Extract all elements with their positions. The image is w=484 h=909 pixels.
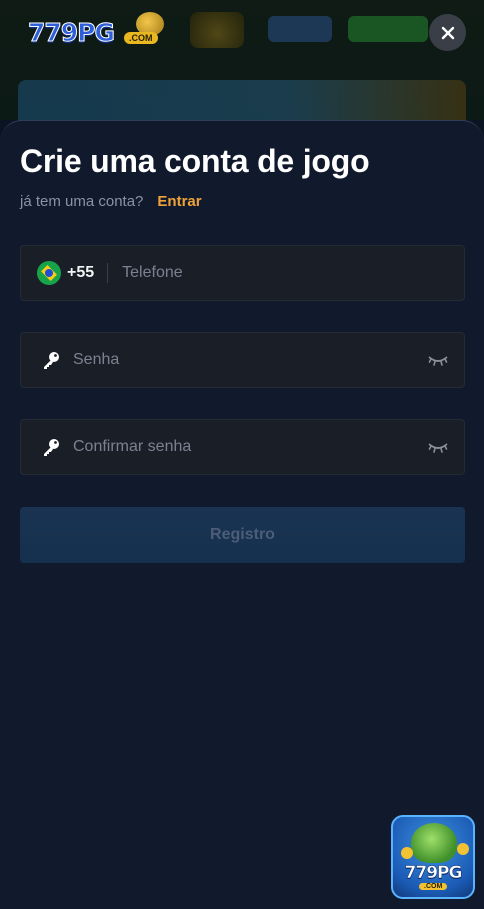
- coin-icon: [457, 843, 469, 855]
- eye-closed-icon[interactable]: [428, 353, 448, 367]
- close-icon: [441, 26, 454, 39]
- country-code[interactable]: +55: [67, 264, 94, 282]
- logo-badge: .COM: [124, 32, 158, 44]
- password-input[interactable]: [71, 332, 428, 388]
- page: 779PG .COM Crie uma conta de jogo já tem…: [0, 0, 484, 909]
- login-prompt-row: já tem uma conta? Entrar: [20, 193, 202, 210]
- background-register-button: [348, 16, 428, 42]
- key-icon: [41, 350, 61, 370]
- site-logo: 779PG .COM: [27, 12, 168, 50]
- register-modal: Crie uma conta de jogo já tem uma conta?…: [0, 120, 484, 909]
- app-download-badge[interactable]: 779PG .COM: [391, 815, 475, 899]
- badge-logo-text: 779PG: [404, 863, 462, 884]
- badge-logo-sub: .COM: [419, 883, 448, 890]
- close-button[interactable]: [429, 14, 466, 51]
- logo-text: 779PG: [27, 17, 115, 47]
- modal-title: Crie uma conta de jogo: [20, 143, 370, 179]
- password-field: [20, 332, 465, 388]
- field-divider: [107, 263, 109, 283]
- background-emblem: [190, 12, 244, 48]
- eye-closed-icon[interactable]: [428, 440, 448, 454]
- login-prompt-text: já tem uma conta?: [20, 193, 144, 210]
- brazil-flag-icon[interactable]: [37, 261, 61, 285]
- phone-input[interactable]: [120, 245, 464, 301]
- dragon-mascot-icon: [411, 823, 457, 863]
- confirm-password-input[interactable]: [71, 419, 428, 475]
- confirm-password-field: [20, 419, 465, 475]
- key-icon: [41, 437, 61, 457]
- login-link[interactable]: Entrar: [157, 193, 201, 210]
- register-button[interactable]: Registro: [20, 507, 465, 563]
- coin-icon: [401, 847, 413, 859]
- phone-field: +55: [20, 245, 465, 301]
- background-login-button: [268, 16, 332, 42]
